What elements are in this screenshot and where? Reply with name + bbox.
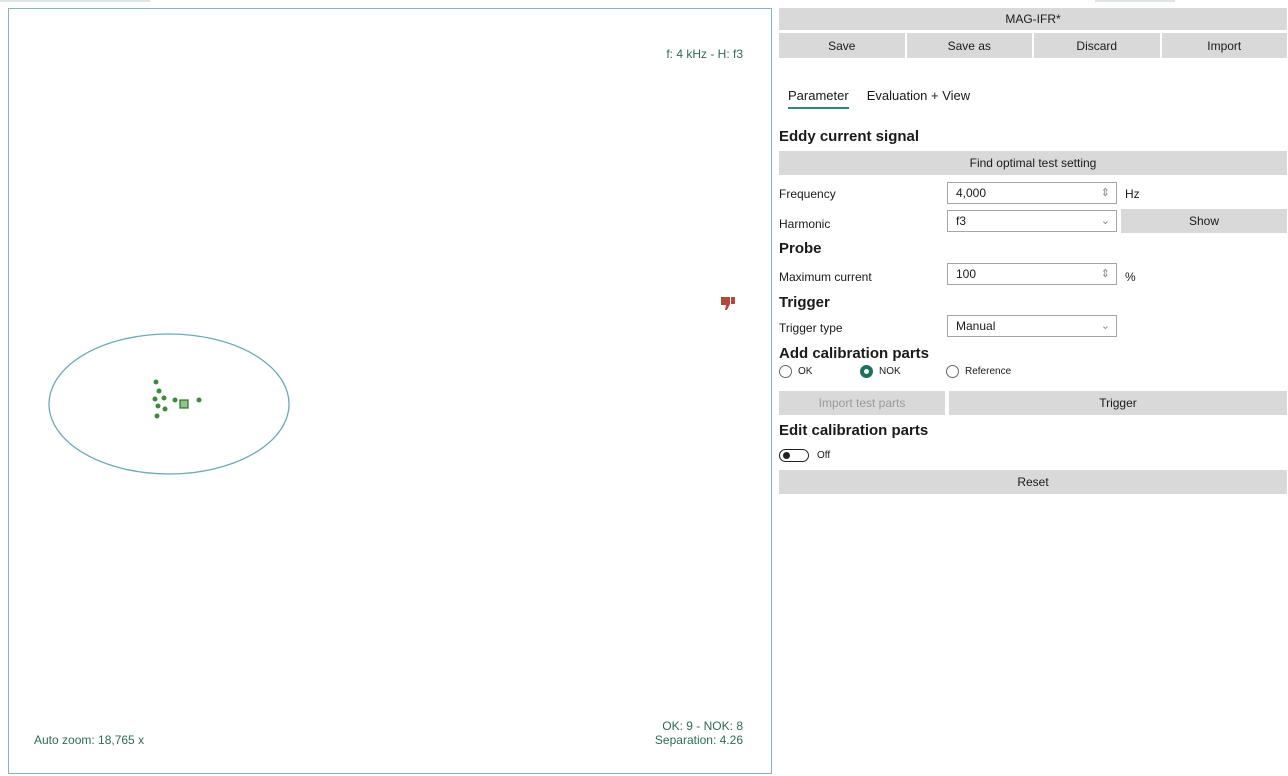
- ok-point: [196, 397, 202, 403]
- radio-reference-label: Reference: [965, 365, 1012, 377]
- toggle-state-label: Off: [817, 450, 831, 461]
- stepper-icon[interactable]: ⇕: [1101, 186, 1110, 199]
- file-toolbar: Save Save as Discard Import: [779, 33, 1287, 58]
- save-as-button[interactable]: Save as: [906, 33, 1032, 58]
- stepper-icon[interactable]: ⇕: [1101, 267, 1110, 280]
- tab-bar: Parameter Evaluation + View: [788, 88, 970, 109]
- configuration-title: MAG-IFR*: [779, 8, 1287, 30]
- stripe-segment: [0, 0, 150, 2]
- tab-evaluation-view[interactable]: Evaluation + View: [867, 88, 970, 109]
- ok-point: [156, 388, 162, 394]
- frequency-label: Frequency: [779, 187, 836, 201]
- harmonic-label: Harmonic: [779, 217, 831, 231]
- frequency-unit: Hz: [1125, 187, 1140, 201]
- ok-nok-counts: OK: 9 - NOK: 8: [662, 719, 743, 733]
- chevron-down-icon: ⌄: [1100, 215, 1110, 227]
- radio-ok-label: OK: [798, 365, 813, 377]
- separation-value: Separation: 4.26: [654, 733, 743, 747]
- harmonic-select[interactable]: f3 ⌄: [947, 210, 1117, 232]
- trigger-heading: Trigger: [779, 294, 830, 311]
- save-button[interactable]: Save: [779, 33, 905, 58]
- radio-circle-icon: [779, 364, 792, 378]
- radio-nok-label: NOK: [879, 365, 901, 377]
- eddy-current-heading: Eddy current signal: [779, 128, 920, 145]
- signal-plot[interactable]: f: 4 kHz - H: f3 OK: 9 - NOK: 8 Separati…: [8, 8, 772, 774]
- ok-point: [161, 395, 167, 401]
- thumbs-down-icon: [721, 297, 735, 310]
- probe-heading: Probe: [779, 240, 822, 257]
- radio-reference[interactable]: Reference: [946, 364, 1012, 378]
- add-calibration-heading: Add calibration parts: [779, 345, 930, 362]
- ok-point: [162, 406, 168, 412]
- radio-nok[interactable]: NOK: [860, 364, 901, 378]
- radio-circle-icon: [946, 364, 959, 378]
- discard-button[interactable]: Discard: [1034, 33, 1160, 58]
- frequency-harmonic-label: f: 4 kHz - H: f3: [666, 47, 743, 61]
- trigger-type-select[interactable]: Manual ⌄: [947, 315, 1117, 337]
- tolerance-ellipse: [48, 333, 290, 475]
- frequency-stepper[interactable]: 4,000 ⇕: [947, 182, 1117, 204]
- trigger-button[interactable]: Trigger: [949, 391, 1287, 415]
- ok-point: [172, 397, 178, 403]
- auto-zoom-label: Auto zoom: 18,765 x: [34, 733, 145, 747]
- radio-selected-icon: [860, 364, 873, 378]
- ok-point: [153, 379, 159, 385]
- toggle-switch-icon[interactable]: [779, 449, 809, 462]
- plot-stats: OK: 9 - NOK: 8 Separation: 4.26: [655, 719, 743, 747]
- top-stripe: [0, 0, 1288, 3]
- find-optimal-setting-button[interactable]: Find optimal test setting: [779, 151, 1287, 175]
- reset-button[interactable]: Reset: [779, 470, 1287, 494]
- harmonic-value: f3: [956, 214, 967, 228]
- ok-point: [154, 413, 160, 419]
- plot-canvas: [48, 333, 290, 475]
- edit-calibration-heading: Edit calibration parts: [779, 422, 929, 439]
- max-current-label: Maximum current: [779, 270, 872, 284]
- radio-ok[interactable]: OK: [779, 364, 813, 378]
- trigger-type-value: Manual: [956, 319, 996, 333]
- max-current-stepper[interactable]: 100 ⇕: [947, 263, 1117, 285]
- max-current-unit: %: [1125, 270, 1136, 284]
- show-harmonic-button[interactable]: Show: [1121, 209, 1287, 233]
- tab-parameter[interactable]: Parameter: [788, 88, 849, 109]
- max-current-value: 100: [956, 267, 977, 281]
- frequency-value: 4,000: [956, 186, 987, 200]
- trigger-type-label: Trigger type: [779, 321, 843, 335]
- import-button[interactable]: Import: [1161, 33, 1287, 58]
- stripe-segment: [1095, 0, 1175, 2]
- ok-point: [152, 396, 158, 402]
- chevron-down-icon: ⌄: [1100, 320, 1110, 332]
- ok-point: [155, 403, 161, 409]
- settings-panel: MAG-IFR* Save Save as Discard Import Par…: [779, 8, 1287, 774]
- centroid-marker: [179, 399, 189, 409]
- edit-calibration-toggle[interactable]: Off: [779, 449, 830, 462]
- import-test-parts-button[interactable]: Import test parts: [779, 391, 945, 415]
